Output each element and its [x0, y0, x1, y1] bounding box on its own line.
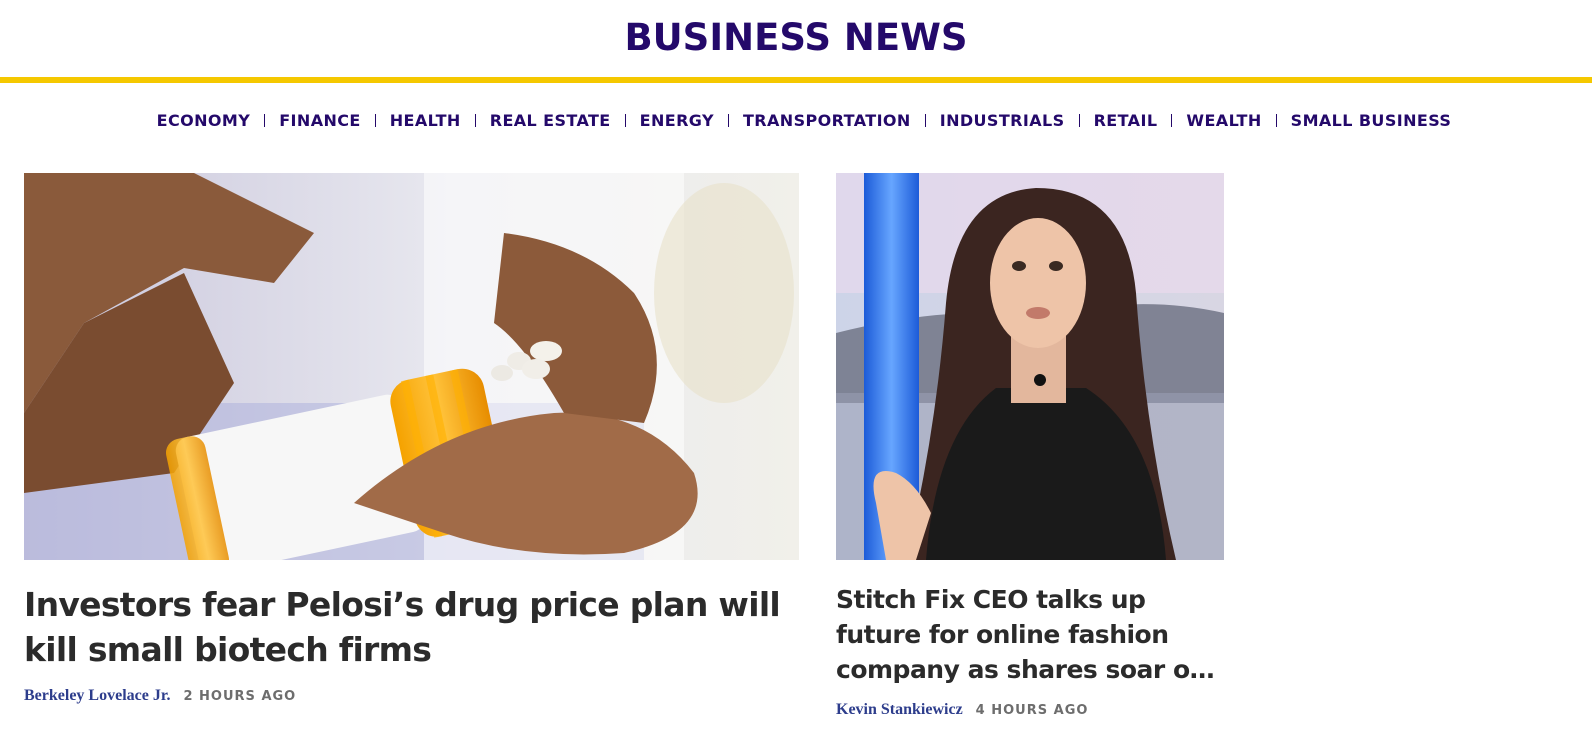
nav-economy[interactable]: ECONOMY: [157, 111, 251, 130]
pill-bottle-illustration: [24, 173, 799, 560]
article-card-drug-prices: Investors fear Pelosi’s drug price plan …: [24, 173, 799, 705]
article-timestamp: 2 HOURS AGO: [183, 689, 297, 704]
article-meta: Kevin Stankiewicz 4 HOURS AGO: [836, 701, 1224, 719]
nav-separator: [264, 113, 266, 127]
article-headline[interactable]: Investors fear Pelosi’s drug price plan …: [24, 582, 799, 672]
article-image-ceo-interview[interactable]: [836, 173, 1224, 560]
article-card-stitch-fix: Stitch Fix CEO talks up future for onlin…: [836, 173, 1224, 719]
nav-wealth[interactable]: WEALTH: [1186, 111, 1261, 130]
nav-separator: [1171, 113, 1173, 127]
nav-small-business[interactable]: SMALL BUSINESS: [1291, 111, 1452, 130]
nav-health[interactable]: HEALTH: [390, 111, 461, 130]
nav-separator: [727, 113, 729, 127]
masthead: BUSINESS NEWS: [0, 0, 1592, 77]
header-divider: [0, 77, 1592, 83]
ceo-portrait-illustration: [836, 173, 1224, 560]
article-image-pill-bottle[interactable]: [24, 173, 799, 560]
section-nav: ECONOMY FINANCE HEALTH REAL ESTATE ENERG…: [0, 104, 1592, 136]
article-timestamp: 4 HOURS AGO: [975, 703, 1089, 718]
nav-separator: [374, 113, 376, 127]
nav-separator: [624, 113, 626, 127]
site-title[interactable]: BUSINESS NEWS: [624, 16, 967, 59]
nav-retail[interactable]: RETAIL: [1094, 111, 1158, 130]
nav-transportation[interactable]: TRANSPORTATION: [743, 111, 911, 130]
nav-separator: [1275, 113, 1277, 127]
article-headline[interactable]: Stitch Fix CEO talks up future for onlin…: [836, 582, 1224, 687]
article-author[interactable]: Berkeley Lovelace Jr.: [24, 687, 170, 705]
nav-finance[interactable]: FINANCE: [279, 111, 361, 130]
nav-energy[interactable]: ENERGY: [640, 111, 714, 130]
article-author[interactable]: Kevin Stankiewicz: [836, 701, 963, 719]
nav-separator: [1078, 113, 1080, 127]
nav-real-estate[interactable]: REAL ESTATE: [490, 111, 611, 130]
nav-separator: [924, 113, 926, 127]
nav-separator: [474, 113, 476, 127]
nav-industrials[interactable]: INDUSTRIALS: [940, 111, 1065, 130]
article-meta: Berkeley Lovelace Jr. 2 HOURS AGO: [24, 687, 799, 705]
